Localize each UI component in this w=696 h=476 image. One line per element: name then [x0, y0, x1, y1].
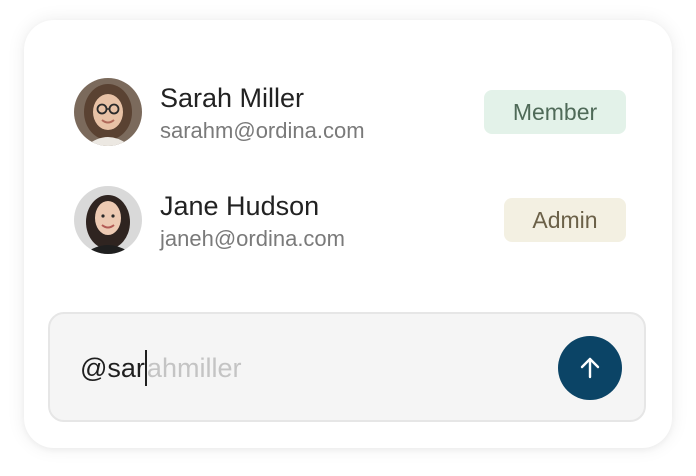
member-name: Sarah Miller [160, 83, 305, 113]
members-card: Sarah Miller sarahm@ordina.com Member Ja… [24, 20, 672, 448]
autocomplete-suggestion: ahmiller [146, 353, 242, 383]
member-email: janeh@ordina.com [160, 226, 345, 251]
member-row-jane[interactable]: Jane Hudson janeh@ordina.com Admin [74, 186, 626, 256]
member-email: sarahm@ordina.com [160, 118, 365, 143]
member-row-sarah[interactable]: Sarah Miller sarahm@ordina.com Member [74, 78, 626, 148]
avatar [74, 78, 142, 146]
role-badge-admin[interactable]: Admin [504, 198, 626, 242]
mention-input-box[interactable]: @sarahmiller [48, 312, 646, 422]
avatar-photo-jane-icon [74, 186, 142, 254]
mention-input[interactable]: @sarahmiller [80, 349, 242, 386]
member-name: Jane Hudson [160, 191, 320, 221]
avatar-photo-sarah-icon [74, 78, 142, 146]
typed-text: @sar [80, 353, 145, 383]
avatar [74, 186, 142, 254]
send-button[interactable] [558, 336, 622, 400]
role-badge-member[interactable]: Member [484, 90, 626, 134]
arrow-up-icon [580, 357, 600, 379]
